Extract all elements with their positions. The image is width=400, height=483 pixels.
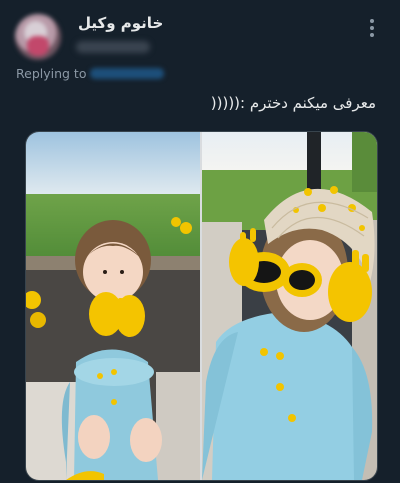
replying-to-label: Replying to <box>16 66 87 81</box>
photo-left[interactable] <box>26 132 200 480</box>
replying-to-handle-redacted[interactable] <box>90 68 165 79</box>
author-handle-redacted <box>76 41 150 53</box>
replying-to: Replying to <box>16 66 165 81</box>
tweet-text: معرفی میکنم دخترم :((((( <box>210 94 376 112</box>
author-avatar[interactable] <box>15 14 61 60</box>
more-vertical-icon <box>370 19 374 23</box>
tweet-media[interactable] <box>25 131 378 481</box>
author-name[interactable]: خانوم وکیل <box>78 14 163 32</box>
more-options-button[interactable] <box>362 16 382 40</box>
photo-right[interactable] <box>202 132 377 480</box>
